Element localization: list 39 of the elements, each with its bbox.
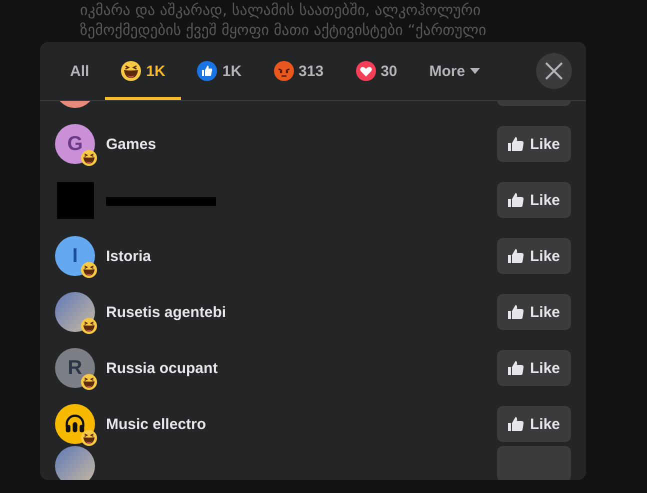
article-text: იკმარა და აშკარად, სალამის საათებში, ალკოჰოლური xyxy=(80,0,482,20)
like-button[interactable]: Like xyxy=(497,126,571,162)
like-button[interactable]: Like xyxy=(497,182,571,218)
caret-icon xyxy=(470,68,480,74)
close-button[interactable] xyxy=(536,53,572,89)
reaction-tab[interactable]: 313 xyxy=(258,42,340,100)
laughing-face-icon xyxy=(81,150,97,166)
laughing-face-icon xyxy=(81,430,97,446)
like-button[interactable]: Like xyxy=(497,238,571,274)
profile-name[interactable]: Istoria xyxy=(106,248,152,264)
profile-name[interactable]: Music ellectro xyxy=(106,416,206,432)
headphones-icon xyxy=(64,413,86,435)
redacted-block xyxy=(57,182,94,219)
profile-name[interactable]: Games xyxy=(106,136,156,152)
thumbs-up-icon xyxy=(508,136,524,152)
article-text: ზემოქმედების ქვეშ მყოფი მათი აქტივისტები “ქართული xyxy=(80,20,488,40)
reaction-tab[interactable]: All xyxy=(54,42,106,100)
laughing-face-icon xyxy=(121,61,142,81)
reaction-tab[interactable]: 30 xyxy=(340,42,414,100)
reaction-tab[interactable]: More xyxy=(413,42,496,100)
laughing-face-icon xyxy=(81,318,97,334)
thumbs-up-icon xyxy=(508,416,524,432)
profile-name[interactable]: Rusetis agentebi xyxy=(106,304,226,320)
photo-placeholder xyxy=(55,446,95,480)
angry-face-icon xyxy=(274,61,294,81)
thumbs-up-icon xyxy=(508,360,524,376)
profile-name[interactable]: Russia ocupant xyxy=(106,360,218,376)
laughing-face-icon xyxy=(81,262,97,278)
like-button[interactable]: Like xyxy=(497,350,571,386)
laughing-face-icon xyxy=(81,374,97,390)
reaction-tab[interactable]: 1K xyxy=(105,42,182,100)
reaction-tab[interactable]: 1K xyxy=(181,42,258,100)
thumbs-up-icon xyxy=(197,61,218,81)
thumbs-up-icon xyxy=(508,304,524,320)
like-button[interactable]: Like xyxy=(497,294,571,330)
close-icon xyxy=(544,61,564,81)
like-button[interactable]: Like xyxy=(497,406,571,442)
thumbs-up-icon xyxy=(508,248,524,264)
thumbs-up-icon xyxy=(508,192,524,208)
